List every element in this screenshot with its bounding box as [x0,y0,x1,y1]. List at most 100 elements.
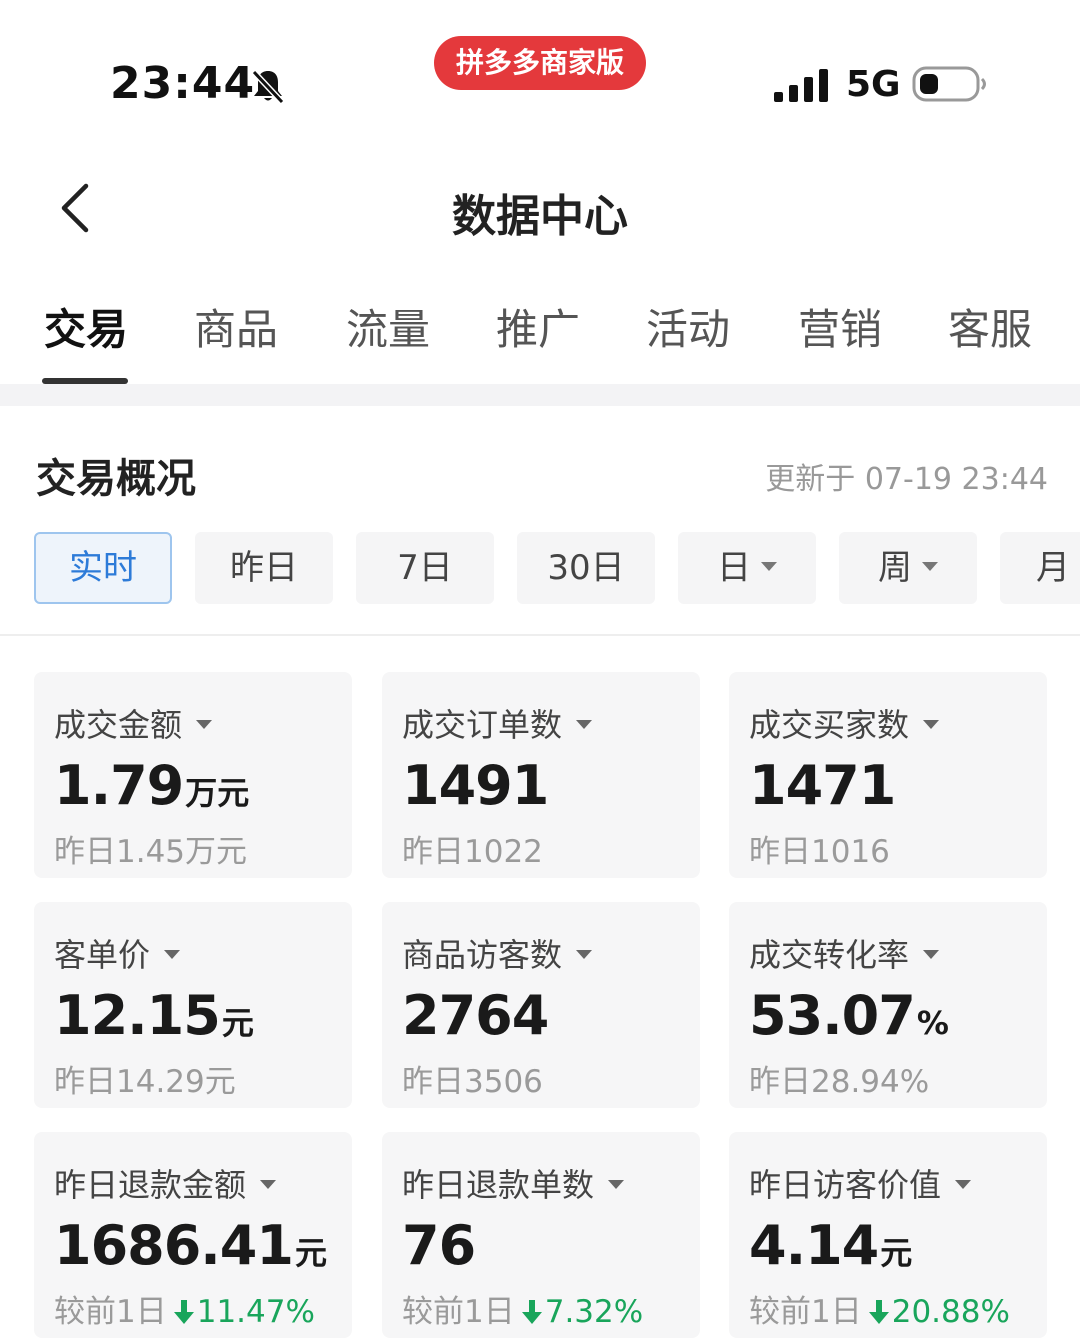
tab-service[interactable]: 客服 [948,296,1032,357]
metric-number: 1471 [749,754,896,817]
metric-unit: 万元 [185,774,250,812]
metric-compare: 昨日1022 [402,834,543,870]
metric-card-orders[interactable]: 成交订单数 1491 昨日1022 [382,672,700,878]
tab-marketing[interactable]: 营销 [798,296,882,357]
metric-card-visitors[interactable]: 商品访客数 2764 昨日3506 [382,902,700,1108]
period-chip-week[interactable]: 周 [839,532,977,604]
metric-label: 成交买家数 [749,700,940,746]
metric-unit: % [916,1004,949,1042]
metric-compare: 昨日28.94% [749,1064,930,1100]
caret-down-icon [576,719,593,729]
metric-compare: 昨日1.45万元 [54,834,248,870]
caret-down-icon [923,719,940,729]
period-chip-yesterday[interactable]: 昨日 [195,532,333,604]
metric-unit: 元 [294,1234,327,1272]
metric-unit: 元 [880,1234,913,1272]
metric-label: 成交金额 [54,700,213,746]
metric-unit: 元 [221,1004,254,1042]
metric-compare: 较前1日 7.32% [402,1286,643,1331]
metric-label-text: 昨日退款金额 [54,1166,247,1204]
metric-label: 成交转化率 [749,930,940,976]
caret-down-icon [955,1179,972,1189]
metric-number: 1.79 [54,754,184,817]
period-chip-label: 周 [878,548,912,588]
metric-value: 2764 [402,984,550,1047]
tab-traffic[interactable]: 流量 [346,296,430,357]
metric-card-conversion[interactable]: 成交转化率 53.07% 昨日28.94% [729,902,1047,1108]
compare-prefix: 较前1日 [402,1294,515,1330]
metric-card-refund-amount[interactable]: 昨日退款金额 1686.41元 较前1日 11.47% [34,1132,352,1338]
period-chip-label: 30日 [547,548,625,588]
caret-down-icon [923,949,940,959]
metric-number: 4.14 [749,1214,879,1277]
caret-down-icon [922,562,938,571]
metric-card-gmv[interactable]: 成交金额 1.79万元 昨日1.45万元 [34,672,352,878]
page-title: 数据中心 [452,191,628,242]
metric-value: 4.14元 [749,1214,912,1277]
period-chip-label: 昨日 [230,548,298,588]
metric-card-avg-price[interactable]: 客单价 12.15元 昨日14.29元 [34,902,352,1108]
metric-value: 76 [402,1214,477,1277]
status-time: 23:44 [110,58,256,109]
metric-label: 成交订单数 [402,700,593,746]
metric-number: 53.07 [749,984,916,1047]
metric-label: 商品访客数 [402,930,593,976]
chips-divider [0,634,1080,636]
metric-label: 昨日退款金额 [54,1160,277,1206]
bell-muted-icon [251,69,285,105]
period-chip-label: 7日 [397,548,453,588]
period-chip-label: 日 [717,548,751,588]
metric-label-text: 成交订单数 [402,706,563,744]
status-bar: 23:44 拼多多商家版 5G [0,0,1080,140]
metric-label: 昨日退款单数 [402,1160,625,1206]
period-chip-realtime[interactable]: 实时 [34,532,172,604]
metric-number: 12.15 [54,984,221,1047]
category-tabs: 交易 商品 流量 推广 活动 营销 客服 [0,296,1080,384]
compare-delta: 11.47% [196,1294,315,1330]
metric-card-visitor-value[interactable]: 昨日访客价值 4.14元 较前1日 20.88% [729,1132,1047,1338]
metric-card-refund-orders[interactable]: 昨日退款单数 76 较前1日 7.32% [382,1132,700,1338]
signal-icon [774,69,828,102]
metric-label-text: 成交金额 [54,706,183,744]
caret-down-icon [608,1179,625,1189]
metric-value: 1491 [402,754,550,817]
period-chip-label: 月 [1036,548,1070,588]
metric-value: 1.79万元 [54,754,249,817]
metric-label-text: 客单价 [54,936,151,974]
update-time: 更新于 07-19 23:44 [765,462,1048,497]
metric-compare: 较前1日 20.88% [749,1286,1010,1331]
tab-trade[interactable]: 交易 [44,296,128,357]
caret-down-icon [164,949,181,959]
metric-compare: 昨日14.29元 [54,1064,236,1100]
tab-activity[interactable]: 活动 [646,296,730,357]
period-chip-label: 实时 [69,548,137,588]
down-arrow-icon [868,1300,889,1324]
metric-card-buyers[interactable]: 成交买家数 1471 昨日1016 [729,672,1047,878]
tab-goods[interactable]: 商品 [194,296,278,357]
down-arrow-icon [173,1300,194,1324]
battery-icon [912,66,986,102]
metric-number: 1686.41 [54,1214,294,1277]
tab-promotion[interactable]: 推广 [496,296,580,357]
down-arrow-icon [521,1300,542,1324]
compare-delta: 7.32% [544,1294,644,1330]
metric-label: 昨日访客价值 [749,1160,972,1206]
caret-down-icon [576,949,593,959]
caret-down-icon [761,562,777,571]
metric-compare: 较前1日 11.47% [54,1286,315,1331]
metric-label: 客单价 [54,930,181,976]
network-type: 5G [846,64,901,105]
period-chip-month[interactable]: 月 [1000,532,1080,604]
metric-value: 12.15元 [54,984,254,1047]
metric-value: 1471 [749,754,897,817]
metric-label-text: 商品访客数 [402,936,563,974]
period-chip-7d[interactable]: 7日 [356,532,494,604]
metric-label-text: 成交买家数 [749,706,910,744]
metric-number: 1491 [402,754,549,817]
section-title: 交易概况 [36,456,196,502]
compare-delta: 20.88% [891,1294,1010,1330]
compare-prefix: 较前1日 [54,1294,167,1330]
period-chip-day[interactable]: 日 [678,532,816,604]
period-chip-30d[interactable]: 30日 [517,532,655,604]
metric-number: 2764 [402,984,549,1047]
